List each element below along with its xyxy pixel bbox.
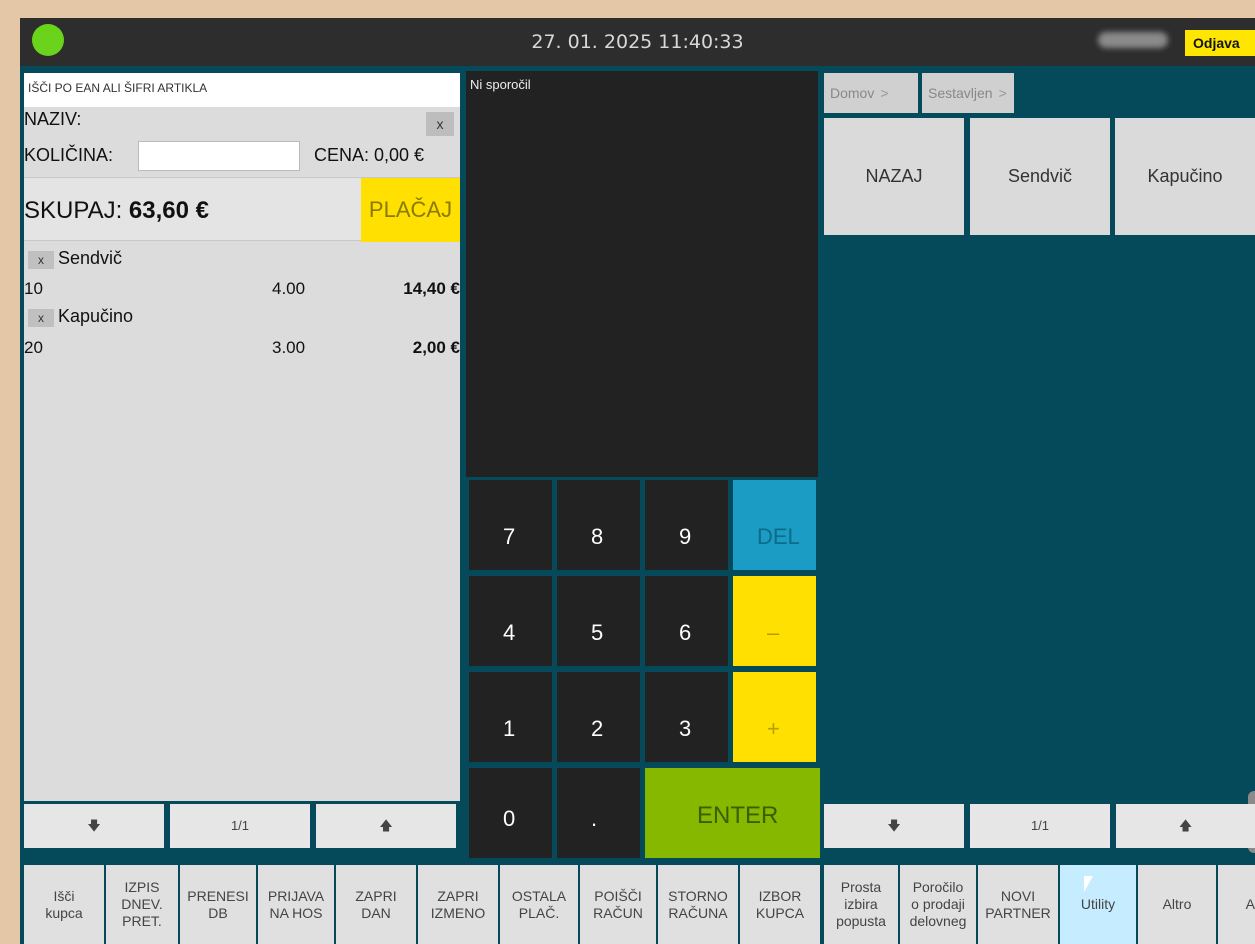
keypad-6-button[interactable]: 6 xyxy=(645,576,728,666)
breadcrumb-separator: > xyxy=(998,85,1007,101)
item-name[interactable]: Sendvič xyxy=(58,248,122,269)
function-button[interactable]: PRENESI DB xyxy=(180,865,256,944)
product-kapucino-button[interactable]: Kapučino xyxy=(1115,118,1255,235)
total-value: 63,60 € xyxy=(128,197,209,224)
breadcrumb-sestavljen-label: Sestavljen xyxy=(928,85,993,101)
item-total: 2,00 € xyxy=(412,338,460,357)
message-area: Ni sporočil xyxy=(466,71,818,477)
message-text: Ni sporočil xyxy=(470,77,531,92)
pay-button[interactable]: PLAČAJ xyxy=(361,178,460,242)
kolicina-label: KOLIČINA: xyxy=(24,145,114,165)
keypad-7-button[interactable]: 7 xyxy=(469,480,552,570)
pos-app: 27. 01. 2025 11:40:33 Odjava IŠČI PO EAN… xyxy=(20,18,1255,944)
keypad-3-button[interactable]: 3 xyxy=(645,672,728,762)
function-label: Prosta izbira popusta xyxy=(836,879,886,929)
function-button[interactable]: ZAPRI DAN xyxy=(336,865,416,944)
item-code: 20 xyxy=(24,338,43,357)
function-label: PRENESI DB xyxy=(187,887,249,921)
function-label: ZAPRI IZMENO xyxy=(430,887,486,921)
function-button[interactable]: IZPIS DNEV. PRET. xyxy=(106,865,178,944)
keypad-delete-button[interactable]: DEL xyxy=(733,480,816,570)
function-button[interactable]: IZBOR KUPCA xyxy=(740,865,820,944)
function-button[interactable]: Poročilo o prodaji delovneg xyxy=(900,865,976,944)
function-label: IZPIS DNEV. PRET. xyxy=(121,879,163,929)
product-sendvic-button[interactable]: Sendvič xyxy=(970,118,1110,235)
function-button[interactable]: PRIJAVA NA HOS xyxy=(258,865,334,944)
function-label: A xyxy=(1245,896,1255,912)
function-label: Altro xyxy=(1162,896,1192,912)
function-button[interactable]: Prosta izbira popusta xyxy=(824,865,898,944)
item-total: 14,40 € xyxy=(403,279,460,298)
function-button[interactable]: POIŠČI RAČUN xyxy=(580,865,656,944)
function-label: OSTALA PLAČ. xyxy=(511,887,567,921)
total-area: SKUPAJ: 63,60 € PLAČAJ xyxy=(24,177,460,242)
function-button[interactable]: OSTALA PLAČ. xyxy=(500,865,578,944)
breadcrumb-home-label: Domov xyxy=(830,85,875,101)
function-button[interactable]: A xyxy=(1218,865,1255,944)
keypad-enter-button[interactable]: ENTER xyxy=(645,768,820,858)
mouse-cursor-icon xyxy=(1084,876,1093,892)
total-label-text: SKUPAJ: xyxy=(24,197,129,224)
item-quantity: 3.00 xyxy=(272,338,306,357)
category-back-button[interactable]: NAZAJ xyxy=(824,118,964,235)
logout-button[interactable]: Odjava xyxy=(1185,30,1255,56)
products-scroll-down-button[interactable]: 🡇 xyxy=(824,804,964,848)
products-scroll-up-button[interactable]: 🡅 xyxy=(1116,804,1255,848)
item-name[interactable]: Kapučino xyxy=(58,306,133,327)
function-button[interactable]: Utility xyxy=(1060,865,1136,944)
function-label: IZBOR KUPCA xyxy=(755,887,805,921)
keypad-minus-button[interactable]: – xyxy=(733,576,816,666)
function-button[interactable]: Altro xyxy=(1138,865,1216,944)
function-label: Utility xyxy=(1080,896,1116,912)
search-input[interactable]: IŠČI PO EAN ALI ŠIFRI ARTIKLA xyxy=(24,73,460,107)
receipt-scroll-up-button[interactable]: 🡅 xyxy=(316,804,456,848)
naziv-label: NAZIV: xyxy=(24,109,82,129)
keypad-8-button[interactable]: 8 xyxy=(557,480,640,570)
keypad-2-button[interactable]: 2 xyxy=(557,672,640,762)
kolicina-input[interactable] xyxy=(138,141,300,171)
receipt-panel: IŠČI PO EAN ALI ŠIFRI ARTIKLA NAZIV: x K… xyxy=(24,73,460,801)
function-label: ZAPRI DAN xyxy=(355,887,397,921)
user-name-blurred xyxy=(1098,32,1168,48)
function-label: NOVI PARTNER xyxy=(985,887,1051,921)
total-label: SKUPAJ: 63,60 € xyxy=(24,197,209,225)
function-label: Išči kupca xyxy=(45,887,83,921)
receipt-page-indicator: 1/1 xyxy=(170,804,310,848)
remove-item-button[interactable]: x xyxy=(28,251,54,269)
breadcrumb-sestavljen[interactable]: Sestavljen > xyxy=(922,73,1014,113)
keypad-0-button[interactable]: 0 xyxy=(469,768,552,858)
function-label: Poročilo o prodaji delovneg xyxy=(909,879,967,929)
item-quantity: 4.00 xyxy=(272,279,306,298)
function-button[interactable]: ZAPRI IZMENO xyxy=(418,865,498,944)
datetime-display: 27. 01. 2025 11:40:33 xyxy=(531,31,744,53)
breadcrumb-separator: > xyxy=(880,85,889,101)
function-label: POIŠČI RAČUN xyxy=(593,887,643,921)
item-code: 10 xyxy=(24,279,43,298)
keypad-dot-button[interactable]: . xyxy=(557,768,640,858)
receipt-scroll-down-button[interactable]: 🡇 xyxy=(24,804,164,848)
function-label: STORNO RAČUNA xyxy=(668,887,728,921)
cena-label: CENA: 0,00 € xyxy=(314,145,425,165)
clear-item-button[interactable]: x xyxy=(426,112,454,136)
top-bar: 27. 01. 2025 11:40:33 Odjava xyxy=(20,18,1255,66)
products-page-indicator: 1/1 xyxy=(970,804,1110,848)
breadcrumb-home[interactable]: Domov > xyxy=(824,73,918,113)
function-button[interactable]: Išči kupca xyxy=(24,865,104,944)
keypad-plus-button[interactable]: + xyxy=(733,672,816,762)
keypad-9-button[interactable]: 9 xyxy=(645,480,728,570)
function-label: PRIJAVA NA HOS xyxy=(267,887,325,921)
remove-item-button[interactable]: x xyxy=(28,309,54,327)
function-button[interactable]: STORNO RAČUNA xyxy=(658,865,738,944)
keypad-1-button[interactable]: 1 xyxy=(469,672,552,762)
keypad-4-button[interactable]: 4 xyxy=(469,576,552,666)
function-button[interactable]: NOVI PARTNER xyxy=(978,865,1058,944)
keypad-5-button[interactable]: 5 xyxy=(557,576,640,666)
